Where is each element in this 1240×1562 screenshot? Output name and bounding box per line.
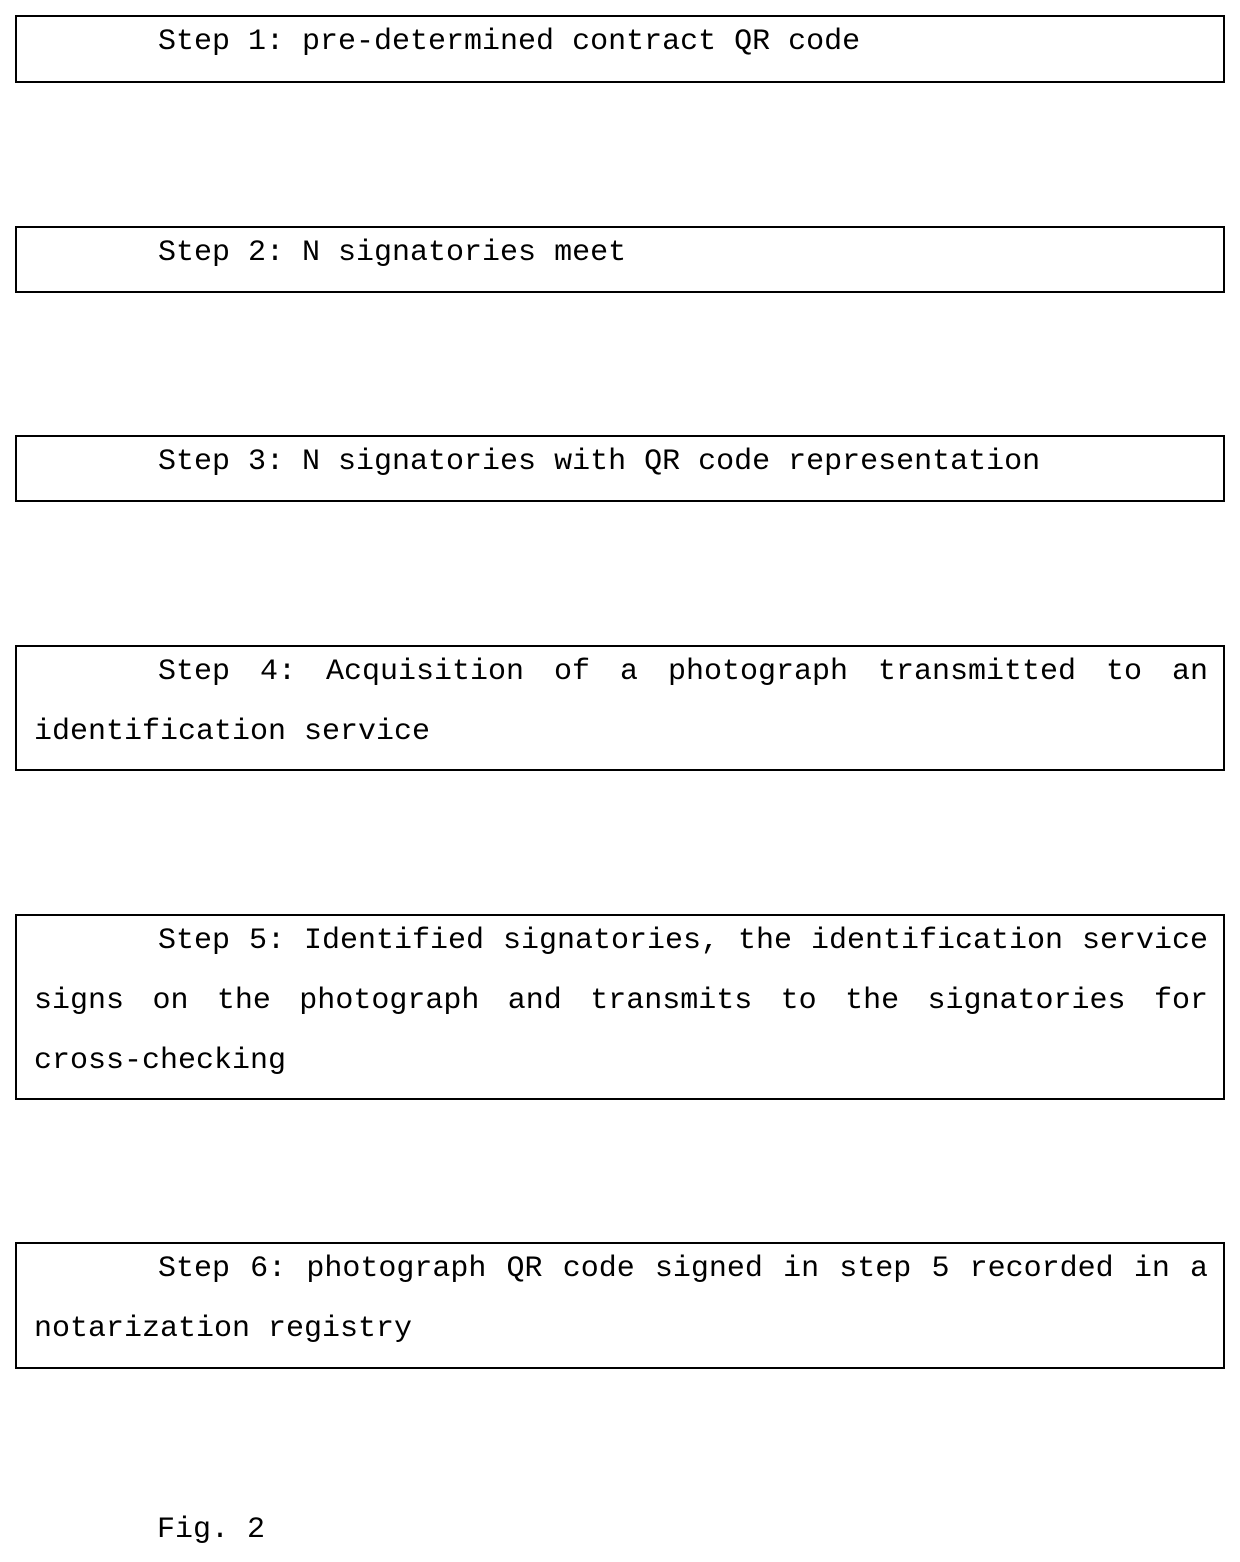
figure-caption: Fig. 2 <box>157 1513 266 1547</box>
step-5-box: Step 5: Identified signatories, the iden… <box>15 914 1225 1100</box>
step-4-box: Step 4: Acquisition of a photograph tran… <box>15 645 1225 771</box>
step-6-box: Step 6: photograph QR code signed in ste… <box>15 1242 1225 1369</box>
step-3-box: Step 3: N signatories with QR code repre… <box>15 435 1225 502</box>
step-5-text: Step 5: Identified signatories, the iden… <box>34 924 1208 1078</box>
step-4-text: Step 4: Acquisition of a photograph tran… <box>34 655 1208 749</box>
step-6-text: Step 6: photograph QR code signed in ste… <box>34 1252 1208 1346</box>
step-2-text: Step 2: N signatories meet <box>158 236 627 270</box>
step-3-text: Step 3: N signatories with QR code repre… <box>158 445 1041 479</box>
step-1-text: Step 1: pre-determined contract QR code <box>158 25 861 59</box>
step-2-box: Step 2: N signatories meet <box>15 226 1225 293</box>
step-1-box: Step 1: pre-determined contract QR code <box>15 15 1225 83</box>
